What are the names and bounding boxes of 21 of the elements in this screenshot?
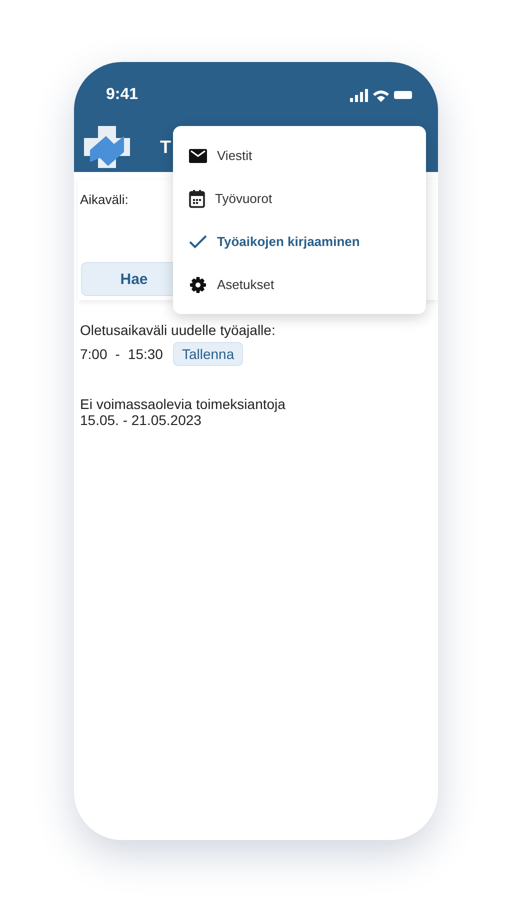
status-time: 9:41 <box>106 86 138 104</box>
battery-icon <box>394 91 412 99</box>
wifi-icon <box>373 88 389 102</box>
menu-item[interactable]: Työvuorot <box>173 180 426 216</box>
signal-icon <box>350 88 368 102</box>
menu-item[interactable]: Työaikojen kirjaaminen <box>173 224 426 260</box>
logo-icon <box>84 126 130 168</box>
range-separator: - <box>115 346 120 362</box>
start-time: 7:00 <box>80 346 108 362</box>
check-icon <box>189 234 207 248</box>
menu-item[interactable]: Viestit <box>173 138 426 174</box>
app-title: T <box>160 136 171 158</box>
save-button[interactable]: Tallenna <box>172 342 244 366</box>
mail-icon <box>189 148 207 162</box>
calendar-icon <box>189 190 205 208</box>
notice-text: Ei voimassaolevia toimeksiantoja <box>80 396 286 412</box>
date-range: 15.05. - 21.05.2023 <box>80 412 202 428</box>
range-label: Aikaväli: <box>80 192 128 207</box>
end-time: 15:30 <box>128 346 163 362</box>
default-range-label: Oletusaikaväli uudelle työajalle: <box>80 322 276 338</box>
settings-icon <box>189 276 207 294</box>
